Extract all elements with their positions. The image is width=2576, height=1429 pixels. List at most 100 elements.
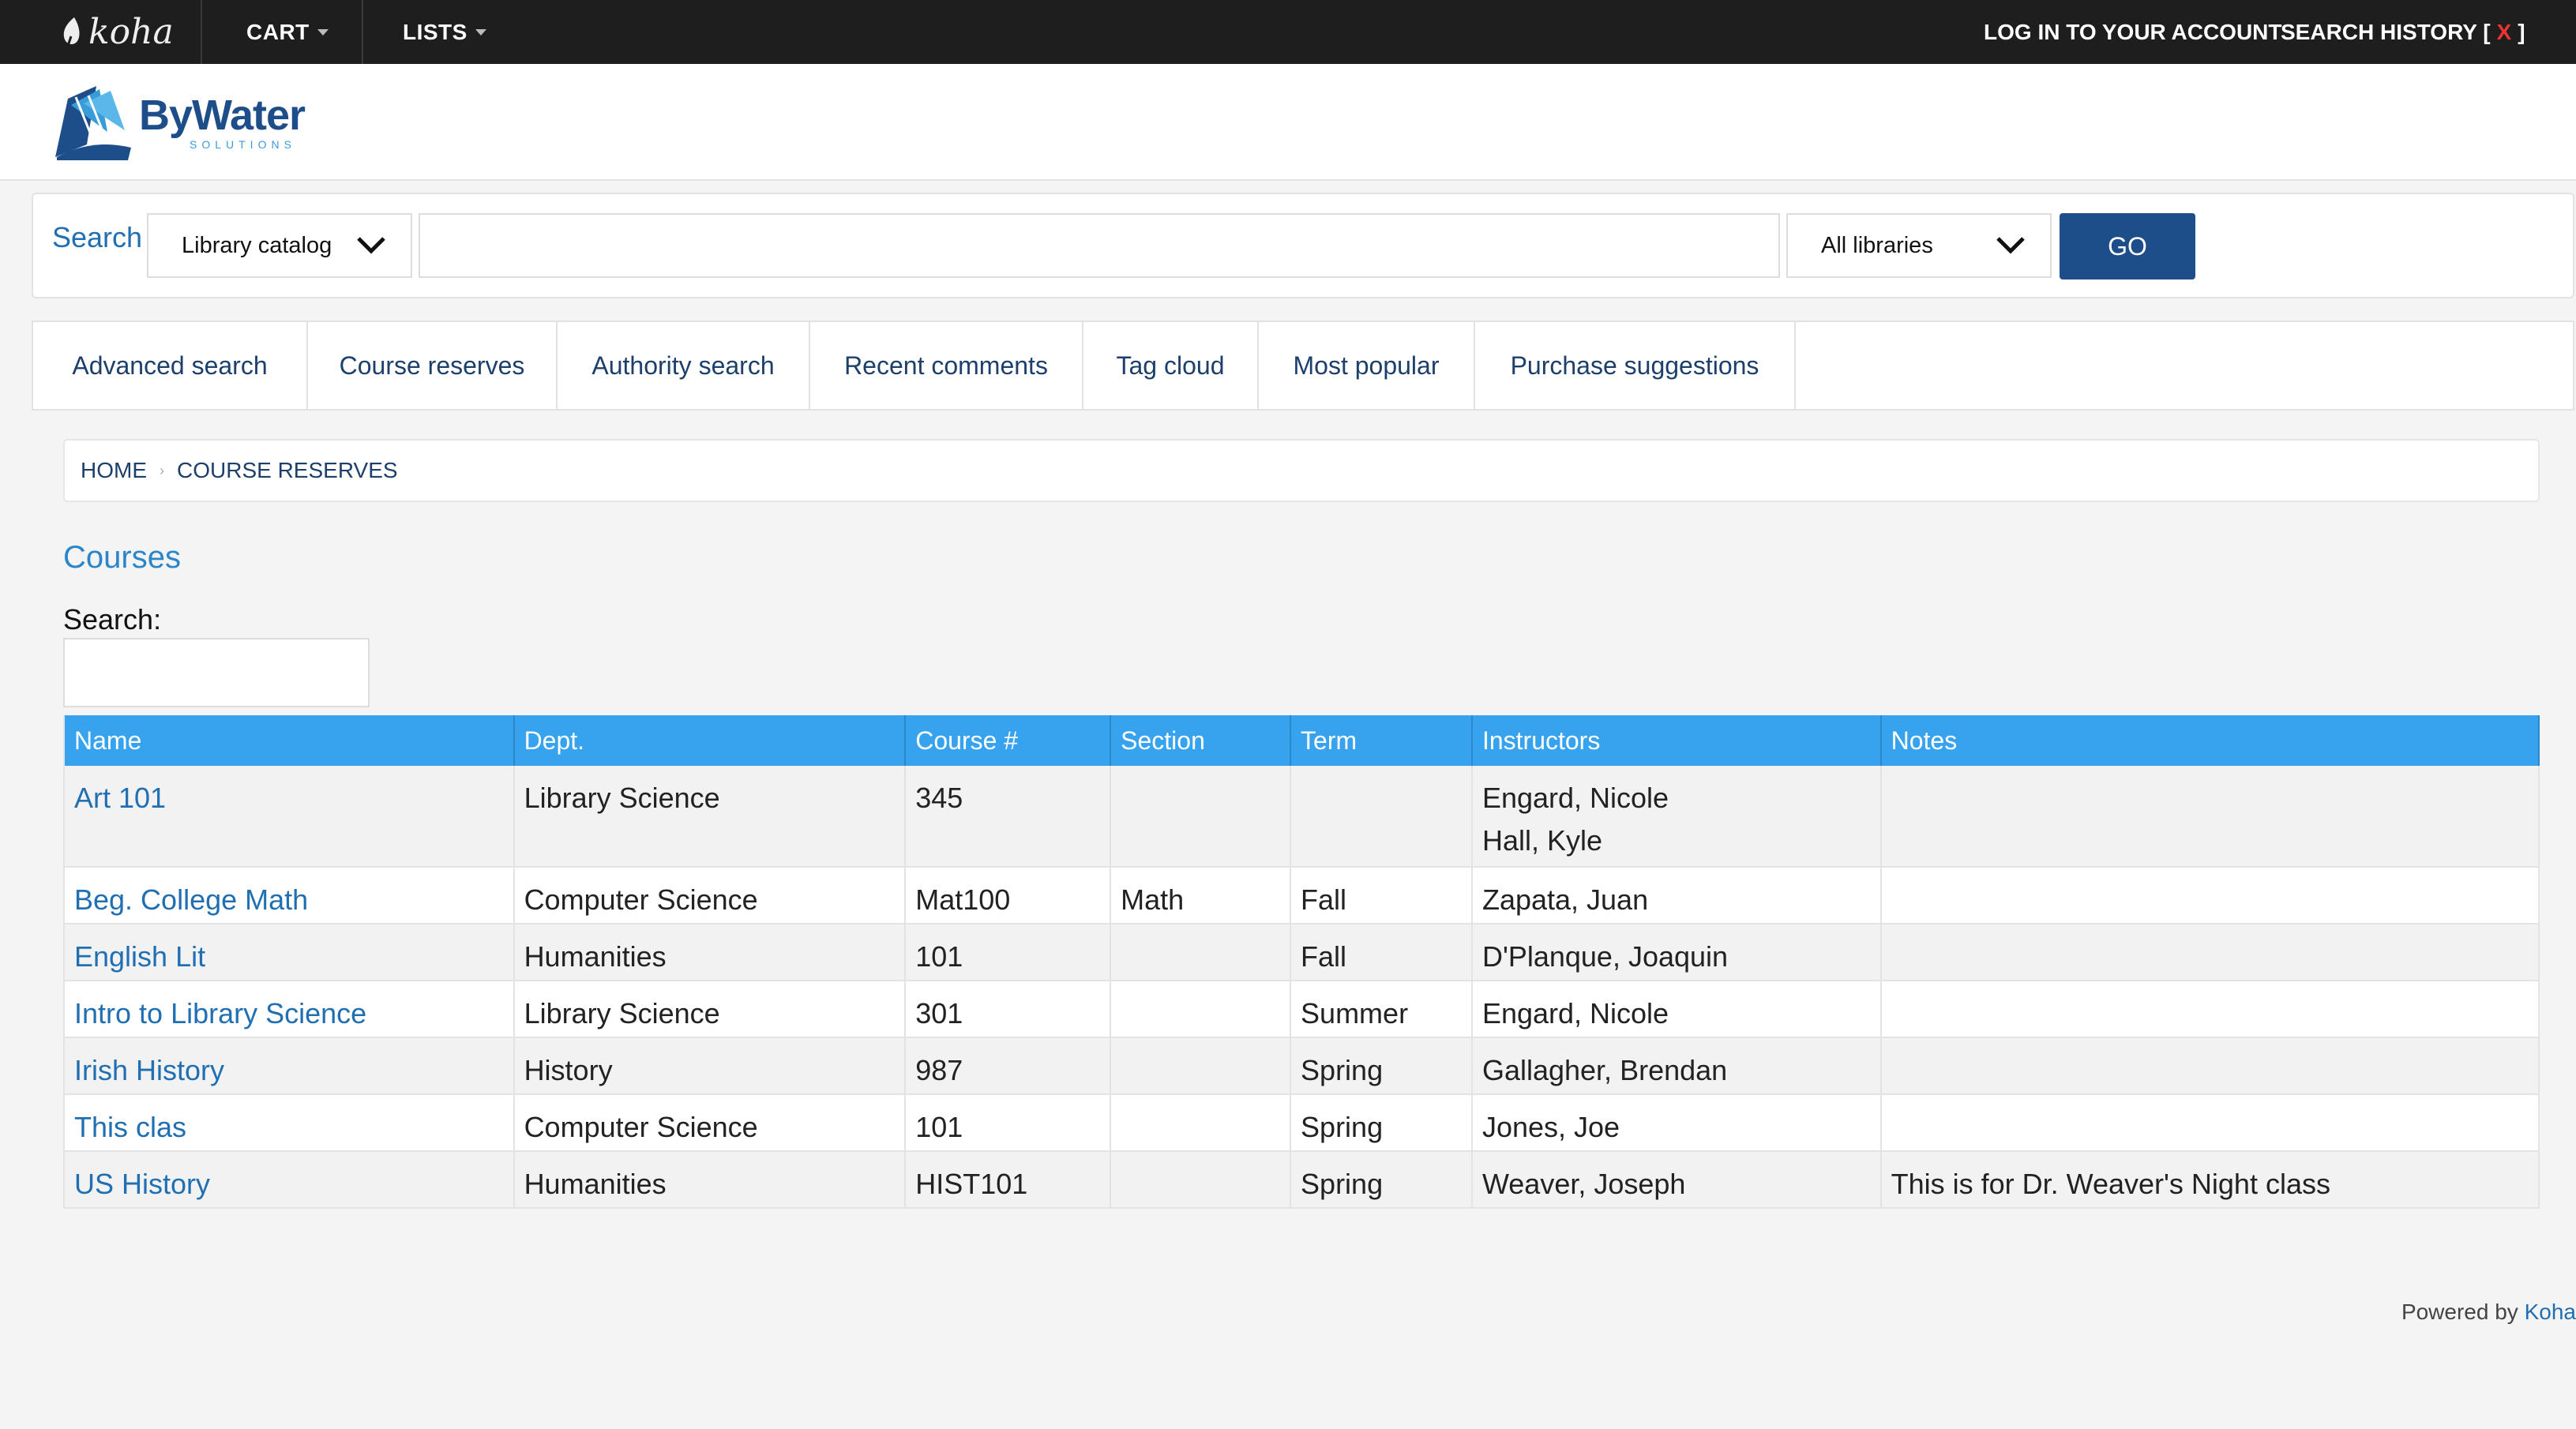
dept-cell: Humanities — [513, 924, 907, 981]
menu-advanced-search[interactable]: Advanced search — [33, 322, 308, 409]
chevron-down-icon — [475, 28, 486, 36]
instructors-cell: D'Planque, Joaquin — [1471, 924, 1882, 981]
navbar-divider — [362, 0, 363, 64]
notes-cell — [1880, 981, 2540, 1038]
notes-cell — [1880, 1037, 2540, 1095]
instructor-name: Jones, Joe — [1481, 1111, 1620, 1143]
koha-leaf-icon — [63, 17, 80, 47]
instructor-name: Engard, Nicole — [1481, 997, 1669, 1030]
instructor-name: Hall, Kyle — [1481, 824, 1603, 857]
course-number-cell: 101 — [905, 924, 1112, 981]
go-button[interactable]: GO — [2060, 213, 2195, 279]
table-row: Intro to Library Science Library Science… — [63, 981, 2540, 1038]
column-header-notes[interactable]: Notes — [1880, 715, 2540, 766]
search-history: SEARCH HISTORY [ X ] — [2281, 0, 2525, 64]
breadcrumb-separator-icon: › — [160, 462, 164, 478]
courses-table: Name Dept. Course # Section Term Instruc… — [63, 715, 2540, 1209]
clear-search-history-button[interactable]: X — [2497, 20, 2512, 45]
term-cell: Fall — [1290, 924, 1473, 981]
column-header-instructors[interactable]: Instructors — [1471, 715, 1882, 766]
course-link[interactable]: English Lit — [74, 940, 205, 973]
powered-by-footer: Powered by Koha — [2401, 1300, 2576, 1325]
term-cell: Spring — [1290, 1151, 1473, 1209]
table-row: Art 101 Library Science 345 Engard, Nico… — [63, 766, 2540, 868]
instructors-cell: Engard, Nicole Hall, Kyle — [1471, 766, 1882, 868]
instructor-name: Zapata, Juan — [1481, 883, 1649, 916]
course-number-cell: Mat100 — [905, 867, 1112, 925]
bywater-logo-icon — [55, 86, 131, 160]
dept-cell: Computer Science — [513, 867, 907, 925]
breadcrumb-current: COURSE RESERVES — [177, 458, 398, 482]
column-header-dept[interactable]: Dept. — [513, 715, 907, 766]
section-cell — [1110, 924, 1292, 981]
notes-cell — [1880, 1094, 2540, 1152]
course-link[interactable]: Irish History — [74, 1054, 224, 1086]
course-link[interactable]: Intro to Library Science — [74, 997, 366, 1030]
koha-logo-text: koha — [88, 11, 174, 52]
course-number-cell: 987 — [905, 1037, 1112, 1095]
brand-name: ByWater — [139, 92, 306, 139]
lists-menu[interactable]: LISTS — [403, 0, 486, 64]
dept-cell: Humanities — [513, 1151, 907, 1209]
instructors-cell: Engard, Nicole — [1471, 981, 1882, 1038]
search-scope-select[interactable]: Library catalog — [147, 213, 412, 278]
table-row: Irish History History 987 Spring Gallagh… — [63, 1037, 2540, 1095]
search-label: Search — [52, 221, 143, 253]
menu-tag-cloud[interactable]: Tag cloud — [1083, 322, 1259, 409]
chevron-down-icon — [357, 237, 385, 254]
brand-tagline: SOLUTIONS — [190, 138, 296, 151]
course-link[interactable]: Art 101 — [74, 782, 166, 814]
instructors-cell: Gallagher, Brendan — [1471, 1037, 1882, 1095]
term-cell: Fall — [1290, 867, 1473, 925]
search-query-input[interactable] — [419, 213, 1780, 278]
search-history-bracket: ] — [2518, 19, 2525, 44]
login-label: LOG IN TO YOUR ACCOUNT — [1984, 19, 2282, 44]
table-filter-input[interactable] — [63, 638, 370, 707]
secondary-menu: Advanced search Course reserves Authorit… — [32, 321, 2574, 411]
instructor-name: Engard, Nicole — [1481, 782, 1669, 814]
koha-logo[interactable]: koha — [60, 8, 174, 55]
course-number-cell: 301 — [905, 981, 1112, 1038]
menu-purchase-suggestions[interactable]: Purchase suggestions — [1475, 322, 1796, 409]
section-cell — [1110, 1094, 1292, 1152]
instructor-name: Gallagher, Brendan — [1481, 1054, 1728, 1086]
menu-recent-comments[interactable]: Recent comments — [810, 322, 1083, 409]
powered-by-text: Powered by — [2401, 1300, 2518, 1324]
section-cell — [1110, 1037, 1292, 1095]
cart-label: CART — [246, 19, 310, 44]
breadcrumb-home[interactable]: HOME — [81, 458, 147, 483]
login-link[interactable]: LOG IN TO YOUR ACCOUNT — [1984, 0, 2282, 64]
column-header-name[interactable]: Name — [63, 715, 515, 766]
notes-cell: This is for Dr. Weaver's Night class — [1880, 1151, 2540, 1209]
table-row: Beg. College Math Computer Science Mat10… — [63, 867, 2540, 925]
notes-cell — [1880, 924, 2540, 981]
column-header-course-number[interactable]: Course # — [905, 715, 1112, 766]
library-select[interactable]: All libraries — [1786, 213, 2052, 278]
term-cell: Spring — [1290, 1094, 1473, 1152]
column-header-section[interactable]: Section — [1110, 715, 1292, 766]
bywater-logo[interactable]: ByWater SOLUTIONS — [52, 81, 306, 163]
search-panel: Search Library catalog All libraries GO — [32, 193, 2574, 298]
menu-course-reserves[interactable]: Course reserves — [308, 322, 558, 409]
column-header-term[interactable]: Term — [1290, 715, 1473, 766]
dept-cell: Computer Science — [513, 1094, 907, 1152]
top-navbar: koha CART LISTS LOG IN TO YOUR ACCOUNT S… — [0, 0, 2576, 64]
koha-link[interactable]: Koha — [2525, 1300, 2576, 1324]
navbar-divider — [201, 0, 202, 64]
cart-menu[interactable]: CART — [246, 0, 329, 64]
menu-authority-search[interactable]: Authority search — [558, 322, 810, 409]
section-cell — [1110, 766, 1292, 868]
course-number-cell: 345 — [905, 766, 1112, 868]
library-select-value: All libraries — [1821, 232, 1933, 258]
course-link[interactable]: This clas — [74, 1111, 186, 1143]
table-row: This clas Computer Science 101 Spring Jo… — [63, 1094, 2540, 1152]
course-link[interactable]: Beg. College Math — [74, 883, 308, 916]
table-row: US History Humanities HIST101 Spring Wea… — [63, 1151, 2540, 1209]
notes-cell — [1880, 867, 2540, 925]
instructor-name: Weaver, Joseph — [1481, 1168, 1686, 1200]
menu-most-popular[interactable]: Most popular — [1259, 322, 1475, 409]
search-history-link[interactable]: SEARCH HISTORY [ — [2281, 20, 2491, 45]
search-scope-value: Library catalog — [182, 232, 332, 258]
course-link[interactable]: US History — [74, 1168, 210, 1200]
dept-cell: Library Science — [513, 981, 907, 1038]
